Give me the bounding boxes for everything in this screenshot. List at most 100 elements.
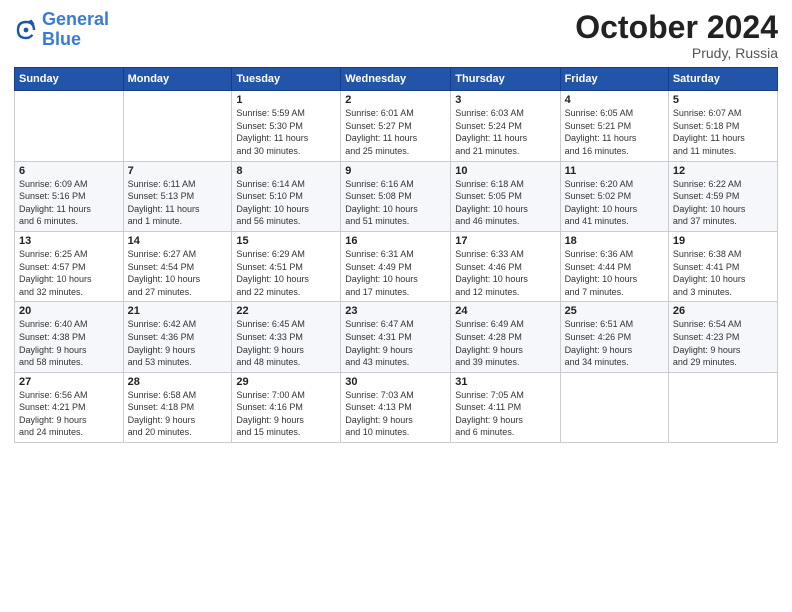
day-number: 25 [565,305,664,317]
day-info: Sunrise: 6:29 AM Sunset: 4:51 PM Dayligh… [236,248,336,298]
month-title: October 2024 [575,10,778,45]
day-info: Sunrise: 6:38 AM Sunset: 4:41 PM Dayligh… [673,248,773,298]
day-info: Sunrise: 6:01 AM Sunset: 5:27 PM Dayligh… [345,107,446,157]
calendar-cell: 10Sunrise: 6:18 AM Sunset: 5:05 PM Dayli… [451,161,560,231]
day-info: Sunrise: 6:22 AM Sunset: 4:59 PM Dayligh… [673,178,773,228]
calendar-cell: 16Sunrise: 6:31 AM Sunset: 4:49 PM Dayli… [341,231,451,301]
day-number: 11 [565,165,664,177]
day-number: 6 [19,165,119,177]
day-number: 14 [128,235,228,247]
calendar-col-header: Saturday [668,68,777,91]
calendar-cell: 4Sunrise: 6:05 AM Sunset: 5:21 PM Daylig… [560,91,668,161]
day-number: 27 [19,376,119,388]
day-number: 12 [673,165,773,177]
logo-line1: General [42,9,109,29]
calendar-cell: 8Sunrise: 6:14 AM Sunset: 5:10 PM Daylig… [232,161,341,231]
calendar-cell: 15Sunrise: 6:29 AM Sunset: 4:51 PM Dayli… [232,231,341,301]
calendar-cell: 23Sunrise: 6:47 AM Sunset: 4:31 PM Dayli… [341,302,451,372]
day-number: 10 [455,165,555,177]
day-number: 8 [236,165,336,177]
day-info: Sunrise: 6:20 AM Sunset: 5:02 PM Dayligh… [565,178,664,228]
calendar-col-header: Thursday [451,68,560,91]
day-info: Sunrise: 6:14 AM Sunset: 5:10 PM Dayligh… [236,178,336,228]
day-info: Sunrise: 6:51 AM Sunset: 4:26 PM Dayligh… [565,318,664,368]
day-info: Sunrise: 6:07 AM Sunset: 5:18 PM Dayligh… [673,107,773,157]
calendar-cell: 11Sunrise: 6:20 AM Sunset: 5:02 PM Dayli… [560,161,668,231]
calendar-cell: 5Sunrise: 6:07 AM Sunset: 5:18 PM Daylig… [668,91,777,161]
calendar-week-row: 13Sunrise: 6:25 AM Sunset: 4:57 PM Dayli… [15,231,778,301]
logo-icon [14,18,38,42]
calendar-cell: 27Sunrise: 6:56 AM Sunset: 4:21 PM Dayli… [15,372,124,442]
day-info: Sunrise: 6:54 AM Sunset: 4:23 PM Dayligh… [673,318,773,368]
day-number: 15 [236,235,336,247]
calendar-cell: 20Sunrise: 6:40 AM Sunset: 4:38 PM Dayli… [15,302,124,372]
day-number: 23 [345,305,446,317]
day-number: 1 [236,94,336,106]
calendar-cell: 22Sunrise: 6:45 AM Sunset: 4:33 PM Dayli… [232,302,341,372]
day-info: Sunrise: 6:09 AM Sunset: 5:16 PM Dayligh… [19,178,119,228]
day-info: Sunrise: 6:42 AM Sunset: 4:36 PM Dayligh… [128,318,228,368]
calendar-col-header: Friday [560,68,668,91]
calendar-cell: 31Sunrise: 7:05 AM Sunset: 4:11 PM Dayli… [451,372,560,442]
calendar-col-header: Tuesday [232,68,341,91]
day-number: 13 [19,235,119,247]
calendar-cell: 30Sunrise: 7:03 AM Sunset: 4:13 PM Dayli… [341,372,451,442]
calendar-cell: 18Sunrise: 6:36 AM Sunset: 4:44 PM Dayli… [560,231,668,301]
calendar-cell: 7Sunrise: 6:11 AM Sunset: 5:13 PM Daylig… [123,161,232,231]
logo: General Blue [14,10,109,50]
calendar-week-row: 27Sunrise: 6:56 AM Sunset: 4:21 PM Dayli… [15,372,778,442]
calendar-cell: 6Sunrise: 6:09 AM Sunset: 5:16 PM Daylig… [15,161,124,231]
day-info: Sunrise: 6:31 AM Sunset: 4:49 PM Dayligh… [345,248,446,298]
day-info: Sunrise: 6:33 AM Sunset: 4:46 PM Dayligh… [455,248,555,298]
calendar-cell: 17Sunrise: 6:33 AM Sunset: 4:46 PM Dayli… [451,231,560,301]
day-info: Sunrise: 6:27 AM Sunset: 4:54 PM Dayligh… [128,248,228,298]
day-number: 29 [236,376,336,388]
day-number: 26 [673,305,773,317]
calendar-cell: 2Sunrise: 6:01 AM Sunset: 5:27 PM Daylig… [341,91,451,161]
day-info: Sunrise: 6:56 AM Sunset: 4:21 PM Dayligh… [19,389,119,439]
day-info: Sunrise: 6:11 AM Sunset: 5:13 PM Dayligh… [128,178,228,228]
day-info: Sunrise: 6:18 AM Sunset: 5:05 PM Dayligh… [455,178,555,228]
calendar-cell: 25Sunrise: 6:51 AM Sunset: 4:26 PM Dayli… [560,302,668,372]
day-number: 20 [19,305,119,317]
location: Prudy, Russia [575,45,778,61]
day-info: Sunrise: 6:03 AM Sunset: 5:24 PM Dayligh… [455,107,555,157]
day-number: 16 [345,235,446,247]
day-info: Sunrise: 7:03 AM Sunset: 4:13 PM Dayligh… [345,389,446,439]
calendar-cell [123,91,232,161]
calendar-cell: 13Sunrise: 6:25 AM Sunset: 4:57 PM Dayli… [15,231,124,301]
day-number: 30 [345,376,446,388]
day-info: Sunrise: 5:59 AM Sunset: 5:30 PM Dayligh… [236,107,336,157]
day-info: Sunrise: 6:36 AM Sunset: 4:44 PM Dayligh… [565,248,664,298]
day-info: Sunrise: 7:05 AM Sunset: 4:11 PM Dayligh… [455,389,555,439]
calendar-week-row: 1Sunrise: 5:59 AM Sunset: 5:30 PM Daylig… [15,91,778,161]
day-info: Sunrise: 6:45 AM Sunset: 4:33 PM Dayligh… [236,318,336,368]
day-number: 19 [673,235,773,247]
calendar-cell: 21Sunrise: 6:42 AM Sunset: 4:36 PM Dayli… [123,302,232,372]
calendar-cell: 19Sunrise: 6:38 AM Sunset: 4:41 PM Dayli… [668,231,777,301]
calendar-cell [15,91,124,161]
calendar-cell: 24Sunrise: 6:49 AM Sunset: 4:28 PM Dayli… [451,302,560,372]
page: General Blue October 2024 Prudy, Russia … [0,0,792,612]
day-info: Sunrise: 6:49 AM Sunset: 4:28 PM Dayligh… [455,318,555,368]
day-number: 2 [345,94,446,106]
day-info: Sunrise: 6:16 AM Sunset: 5:08 PM Dayligh… [345,178,446,228]
calendar-cell: 28Sunrise: 6:58 AM Sunset: 4:18 PM Dayli… [123,372,232,442]
calendar-cell: 9Sunrise: 6:16 AM Sunset: 5:08 PM Daylig… [341,161,451,231]
day-number: 9 [345,165,446,177]
day-number: 3 [455,94,555,106]
calendar-cell: 3Sunrise: 6:03 AM Sunset: 5:24 PM Daylig… [451,91,560,161]
logo-line2: Blue [42,29,81,49]
calendar-week-row: 6Sunrise: 6:09 AM Sunset: 5:16 PM Daylig… [15,161,778,231]
calendar-cell [668,372,777,442]
day-number: 7 [128,165,228,177]
calendar-cell: 26Sunrise: 6:54 AM Sunset: 4:23 PM Dayli… [668,302,777,372]
calendar-col-header: Sunday [15,68,124,91]
day-number: 22 [236,305,336,317]
day-number: 17 [455,235,555,247]
day-number: 21 [128,305,228,317]
day-number: 4 [565,94,664,106]
calendar-cell: 1Sunrise: 5:59 AM Sunset: 5:30 PM Daylig… [232,91,341,161]
day-info: Sunrise: 6:58 AM Sunset: 4:18 PM Dayligh… [128,389,228,439]
header: General Blue October 2024 Prudy, Russia [14,10,778,61]
